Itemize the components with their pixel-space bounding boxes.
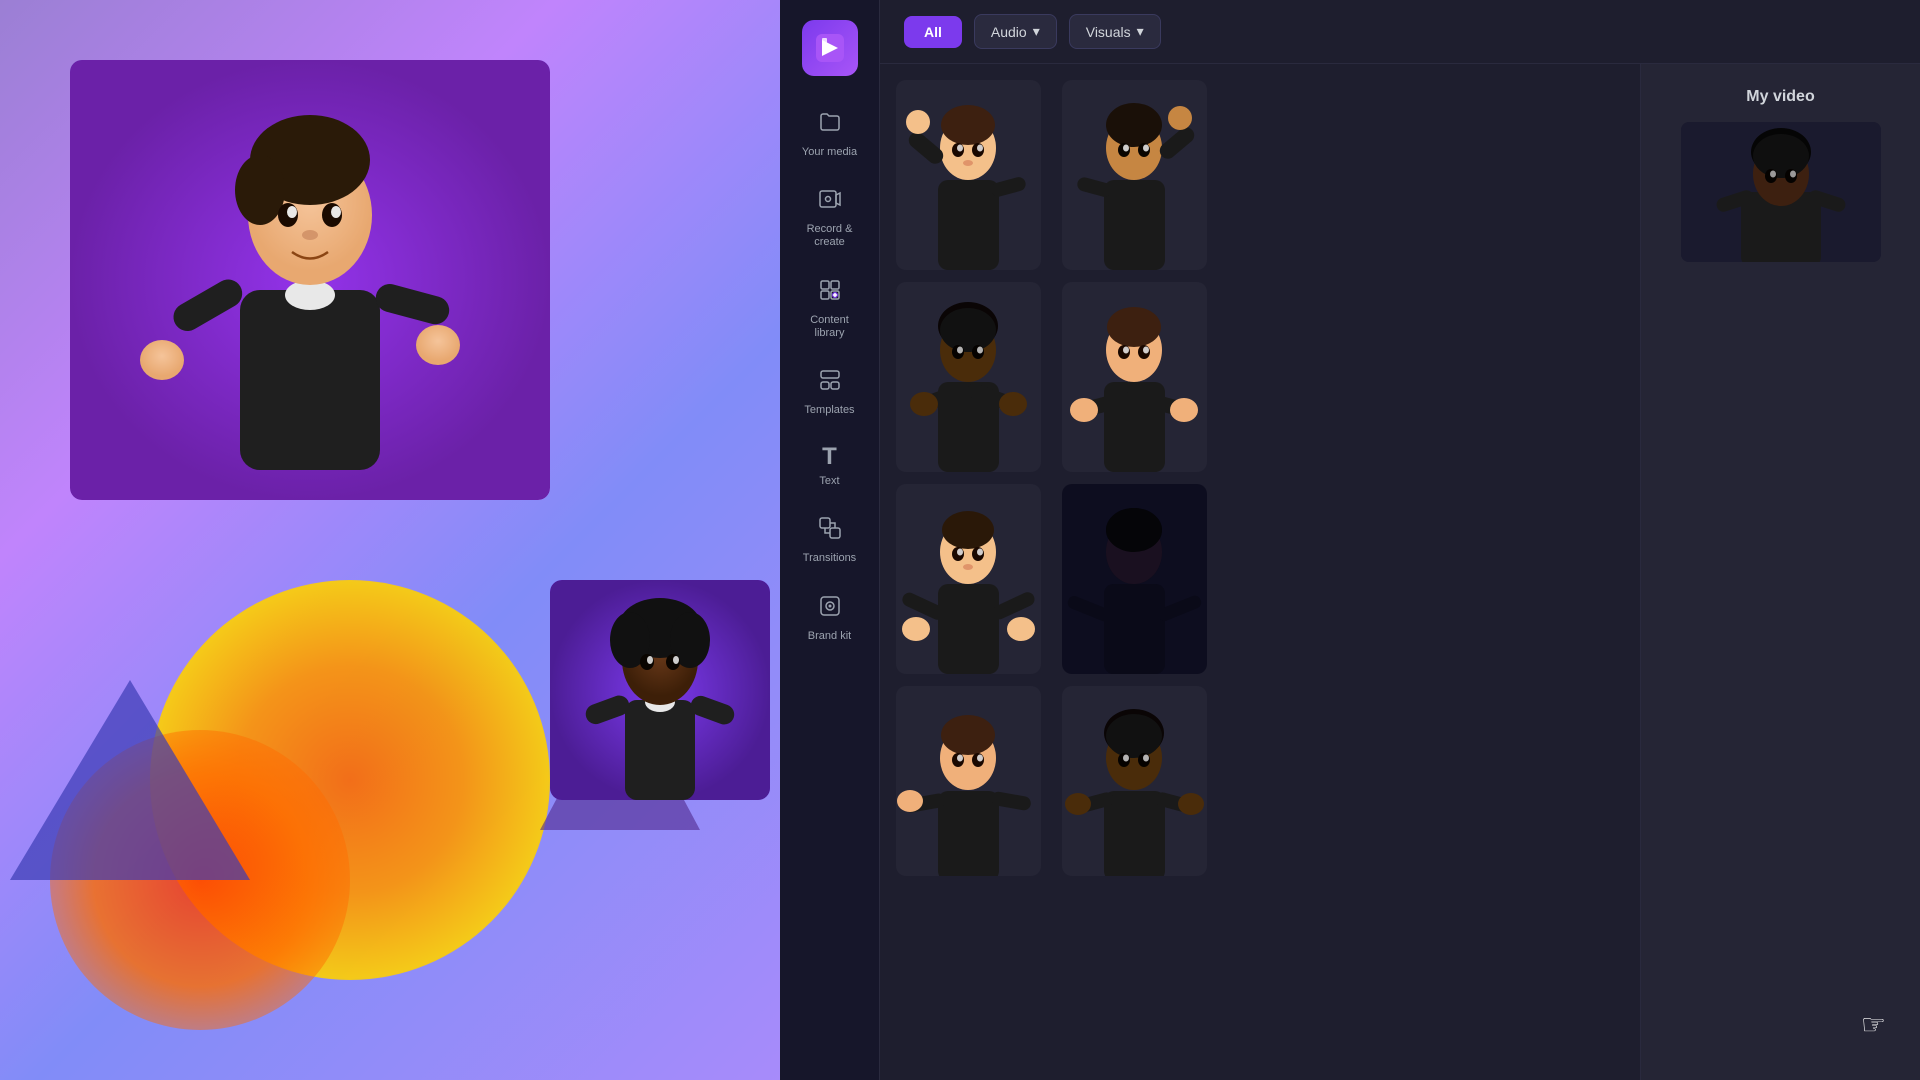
sidebar-item-templates-label: Templates xyxy=(804,404,854,417)
app-logo[interactable] xyxy=(802,20,858,76)
sidebar-item-transitions[interactable]: Transitions xyxy=(780,502,879,579)
avatar-thumb-3[interactable] xyxy=(896,282,1041,472)
filter-visuals-button[interactable]: Visuals ▾ xyxy=(1069,14,1161,49)
presenter-main-window xyxy=(70,60,550,500)
your-media-icon xyxy=(818,110,842,140)
sidebar-item-record-create[interactable]: Record &create xyxy=(780,173,879,263)
my-video-section: My video xyxy=(1640,64,1920,1080)
content-library-icon xyxy=(818,278,842,308)
sidebar-item-brand-kit-label: Brand kit xyxy=(808,630,851,643)
sidebar-item-templates[interactable]: Templates xyxy=(780,354,879,431)
content-area: All Audio ▾ Visuals ▾ xyxy=(880,0,1920,1080)
avatar-thumb-5[interactable] xyxy=(896,484,1041,674)
filter-audio-button[interactable]: Audio ▾ xyxy=(974,14,1057,49)
record-create-icon xyxy=(818,187,842,217)
sidebar-item-text[interactable]: T Text xyxy=(780,431,879,502)
avatars-grid xyxy=(896,80,1216,876)
text-icon: T xyxy=(822,445,837,469)
sidebar-item-record-create-label: Record &create xyxy=(807,223,853,249)
avatar-thumb-7[interactable] xyxy=(896,686,1041,876)
right-panel: Your media Record &create xyxy=(780,0,1920,1080)
sidebar-item-transitions-label: Transitions xyxy=(803,552,856,565)
sidebar-item-brand-kit[interactable]: Brand kit xyxy=(780,580,879,657)
sidebar-item-text-label: Text xyxy=(819,475,839,488)
my-video-thumbnail[interactable] xyxy=(1681,122,1881,262)
avatar-thumb-2[interactable] xyxy=(1062,80,1207,270)
visuals-label: Visuals xyxy=(1086,24,1131,40)
brand-kit-icon xyxy=(818,594,842,624)
sidebar-item-your-media-label: Your media xyxy=(802,146,857,159)
visuals-chevron-icon: ▾ xyxy=(1137,23,1144,40)
canvas-area xyxy=(0,0,780,1080)
avatar-thumb-6[interactable] xyxy=(1062,484,1207,674)
sidebar-item-content-library[interactable]: Contentlibrary xyxy=(780,264,879,354)
audio-chevron-icon: ▾ xyxy=(1033,23,1040,40)
audio-label: Audio xyxy=(991,24,1027,40)
main-avatar-svg xyxy=(70,60,550,500)
filter-all-button[interactable]: All xyxy=(904,16,962,48)
avatar-thumb-8[interactable] xyxy=(1062,686,1207,876)
presenter-small-window xyxy=(550,580,770,800)
my-video-title: My video xyxy=(1746,88,1814,106)
sidebar-item-your-media[interactable]: Your media xyxy=(780,96,879,173)
cursor-hand-icon: ☞ xyxy=(1631,1008,1910,1040)
top-filter-bar: All Audio ▾ Visuals ▾ xyxy=(880,0,1920,64)
small-avatar-svg xyxy=(550,580,770,800)
avatar-thumb-1[interactable] xyxy=(896,80,1041,270)
sidebar: Your media Record &create xyxy=(780,0,880,1080)
avatar-thumb-4[interactable] xyxy=(1062,282,1207,472)
transitions-icon xyxy=(818,516,842,546)
main-content-wrapper: My video xyxy=(880,64,1920,1080)
sidebar-item-content-library-label: Contentlibrary xyxy=(810,314,849,340)
bg-decoration-triangle1 xyxy=(10,680,250,880)
templates-icon xyxy=(818,368,842,398)
